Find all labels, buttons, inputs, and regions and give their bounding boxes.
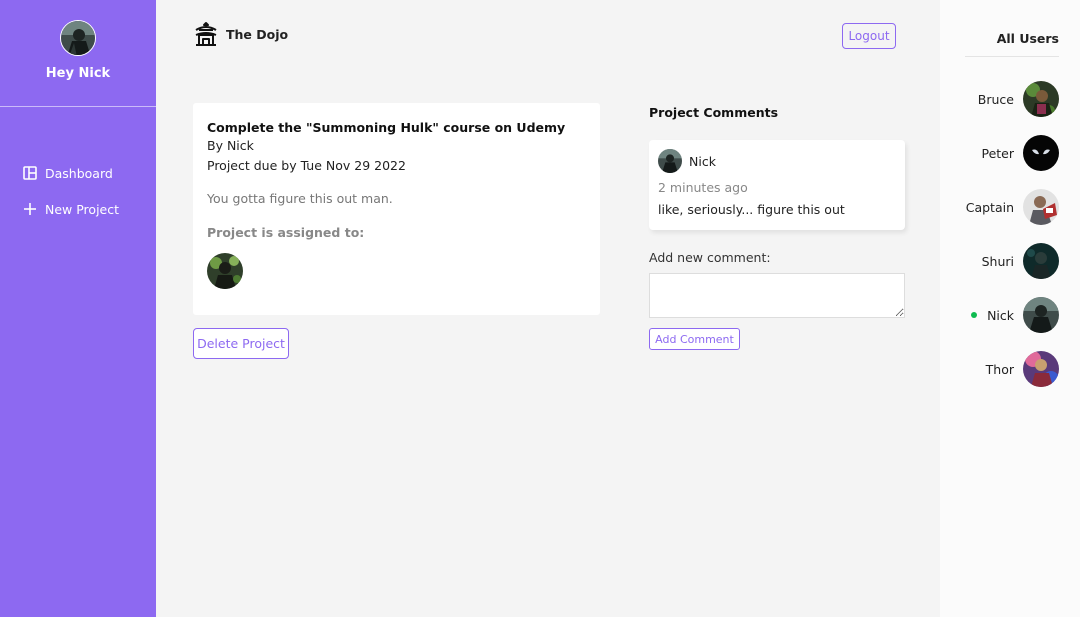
avatar <box>60 20 96 56</box>
avatar <box>1023 189 1059 225</box>
add-comment-label: Add new comment: <box>649 250 771 265</box>
divider <box>965 56 1059 57</box>
comments-heading: Project Comments <box>649 105 779 120</box>
assigned-label: Project is assigned to: <box>207 225 365 240</box>
user-name: Bruce <box>977 91 1014 107</box>
comment-date: 2 minutes ago <box>658 180 748 195</box>
project-summary: Complete the "Summoning Hulk" course on … <box>193 103 600 315</box>
nav-item-label: Dashboard <box>45 165 113 181</box>
comment-author-name: Nick <box>689 153 716 169</box>
list-item: Bruce <box>966 81 1059 117</box>
avatar <box>1023 297 1059 333</box>
sidebar: Hey Nick Dashboard New Project <box>0 0 156 617</box>
sidebar-user: Hey Nick <box>0 0 156 107</box>
list-item: Nick <box>966 297 1059 333</box>
comment-item: Nick 2 minutes ago like, seriously... fi… <box>649 140 905 230</box>
avatar <box>1023 81 1059 117</box>
comment-author: Nick <box>658 149 896 173</box>
user-name: Nick <box>987 307 1014 323</box>
list-item: Captain <box>966 189 1059 225</box>
avatar <box>1023 243 1059 279</box>
list-item: Peter <box>966 135 1059 171</box>
delete-project-button[interactable]: Delete Project <box>193 328 289 359</box>
header: The Dojo Logout <box>156 0 940 72</box>
project-details: You gotta figure this out man. <box>207 191 393 206</box>
nav-item-new-project[interactable]: New Project <box>0 198 156 220</box>
avatar <box>1023 351 1059 387</box>
add-icon <box>23 202 37 216</box>
greeting: Hey Nick <box>45 66 111 81</box>
logout-button[interactable]: Logout <box>842 23 896 49</box>
comment-input[interactable] <box>649 273 905 318</box>
avatar <box>207 253 243 289</box>
comment-content: like, seriously... figure this out <box>658 202 845 217</box>
brand[interactable]: The Dojo <box>193 21 288 47</box>
project-owner: By Nick <box>207 138 254 153</box>
nav-item-dashboard[interactable]: Dashboard <box>0 162 156 184</box>
temple-icon <box>193 21 219 47</box>
list-item: Thor <box>966 351 1059 387</box>
list-item: Shuri <box>966 243 1059 279</box>
user-name: Shuri <box>981 253 1014 269</box>
project-due-date: Project due by Tue Nov 29 2022 <box>207 158 406 173</box>
add-comment-button[interactable]: Add Comment <box>649 328 740 350</box>
user-list: Bruce Peter Captain Shuri Nick Thor <box>966 81 1059 405</box>
sidebar-nav: Dashboard New Project <box>0 162 156 220</box>
avatar <box>658 149 682 173</box>
user-list-panel: All Users Bruce Peter Captain Shuri Nick… <box>940 0 1080 617</box>
project-comments: Project Comments Nick 2 minutes ago like… <box>649 103 905 350</box>
user-name: Thor <box>985 361 1014 377</box>
users-heading: All Users <box>996 31 1059 46</box>
nav-item-label: New Project <box>45 201 120 217</box>
user-name: Peter <box>981 145 1014 161</box>
user-name: Captain <box>965 199 1014 215</box>
online-status-icon <box>971 312 978 318</box>
avatar <box>1023 135 1059 171</box>
dashboard-icon <box>23 166 37 180</box>
project-title: Complete the "Summoning Hulk" course on … <box>207 120 566 135</box>
app-title: The Dojo <box>226 26 289 42</box>
